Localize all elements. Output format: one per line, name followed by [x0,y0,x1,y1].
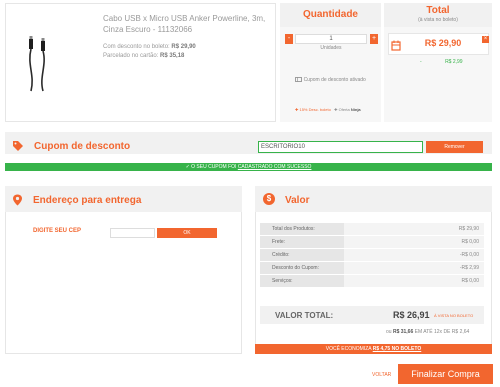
coupon-success-text: CADASTRADO COM SUCESSO [237,164,312,170]
product-name[interactable]: Cabo USB x Micro USB Anker Powerline, 3m… [103,13,273,35]
cable-icon[interactable] [25,35,50,95]
checkout-button[interactable]: Finalizar Compra [398,364,493,384]
cep-input[interactable] [110,228,155,238]
summary-label: Desconto do Cupom: [260,262,344,275]
quantity-input[interactable]: 1 [295,34,367,44]
boleto-price-label: Com desconto no boleto: [103,44,170,50]
cep-ok-button[interactable]: OK [157,228,217,238]
installments-prefix: ou [386,329,392,335]
savings-banner: VOCÊ ECONOMIZA R$ 4,75 NO BOLETO [255,344,492,354]
summary-row-credit: Crédito: -R$ 0,00 [260,249,484,262]
summary-row-coupon-discount: Desconto do Cupom: -R$ 2,99 [260,262,484,275]
valor-title: Valor [285,195,310,206]
dollar-icon: $ [263,193,275,205]
coupon-active-status: Cupom de desconto ativado [283,77,378,83]
card-price-label: Parcelado no cartão: [103,53,159,59]
summary-label: Crédito: [260,249,344,262]
summary-value: R$ 29,90 [344,223,484,236]
tag-icon [12,139,24,151]
coupon-active-label: Cupom de desconto ativado [303,77,366,83]
card-price-value: R$ 35,18 [160,53,185,59]
savings-value: R$ 4,75 NO BOLETO [372,346,422,352]
total-header: Total (à vista no boleto) [384,3,492,27]
discount-boleto-note: 15% Desc. boleto [299,107,331,112]
coupon-success-prefix: ✓ O SEU CUPOM FOI [185,164,237,170]
quantity-units-label: Unidades [320,45,342,51]
summary-value: R$ 0,00 [344,236,484,249]
summary-row-services: Serviços: R$ 0,00 [260,275,484,288]
installments-line: ou R$ 31,66 EM ATÉ 12x DE R$ 2,64 [386,329,469,335]
total-price: R$ 29,90 [424,38,462,48]
remove-coupon-button[interactable]: Remover [426,141,483,153]
discount-badges: ✚ 15% Desc. boleto ✚ Oferta Ninja [295,107,361,112]
coupon-title: Cupom de desconto [34,141,131,152]
summary-label: Serviços: [260,275,344,288]
total-discount-sign: - [420,59,422,65]
back-link[interactable]: VOLTAR [372,372,391,378]
total-discount-line: - R$ 2,99 [420,59,495,65]
summary-value: -R$ 2,99 [344,262,484,275]
boleto-price-line: Com desconto no boleto: R$ 29,90 [103,44,196,50]
remove-item-button[interactable]: × [482,36,489,43]
summary-value: -R$ 0,00 [344,249,484,262]
summary-value: R$ 0,00 [344,275,484,288]
cart-icon [391,38,401,51]
map-pin-icon [12,193,23,206]
quantity-decrement-button[interactable]: - [285,34,293,44]
address-title: Endereço para entrega [33,195,142,206]
installments-suffix: EM ATÉ 12x DE R$ 2,64 [414,329,470,335]
coupon-success-banner: ✓ O SEU CUPOM FOI CADASTRADO COM SUCESSO [5,163,492,171]
summary-row-products: Total dos Produtos: R$ 29,90 [260,223,484,236]
valor-total-price: R$ 26,91 [393,310,430,320]
summary-label: Frete: [260,236,344,249]
summary-label: Total dos Produtos: [260,223,344,236]
quantity-increment-button[interactable]: + [370,34,378,44]
total-header-sub: (à vista no boleto) [418,17,458,23]
coupon-code-input[interactable]: ESCRITORIO10 [258,141,423,153]
offer-prefix: Oferta [338,107,350,112]
installments-price: R$ 31,66 [392,329,414,335]
boleto-price-value: R$ 29,90 [171,44,196,50]
savings-prefix: VOCÊ ECONOMIZA [325,346,372,352]
offer-name: Ninja [350,107,361,112]
card-price-line: Parcelado no cartão: R$ 35,18 [103,53,184,59]
valor-total-label: VALOR TOTAL: [275,311,334,320]
valor-total-note: À VISTA NO BOLETO [434,313,474,318]
cep-label: DIGITE SEU CEP [33,228,82,234]
total-header-label: Total [426,5,450,16]
total-discount-value: R$ 2,99 [445,59,463,65]
quantity-header: Quantidade [280,3,381,27]
price-summary-table: Total dos Produtos: R$ 29,90 Frete: R$ 0… [260,223,484,288]
summary-row-shipping: Frete: R$ 0,00 [260,236,484,249]
ticket-icon [295,77,303,83]
